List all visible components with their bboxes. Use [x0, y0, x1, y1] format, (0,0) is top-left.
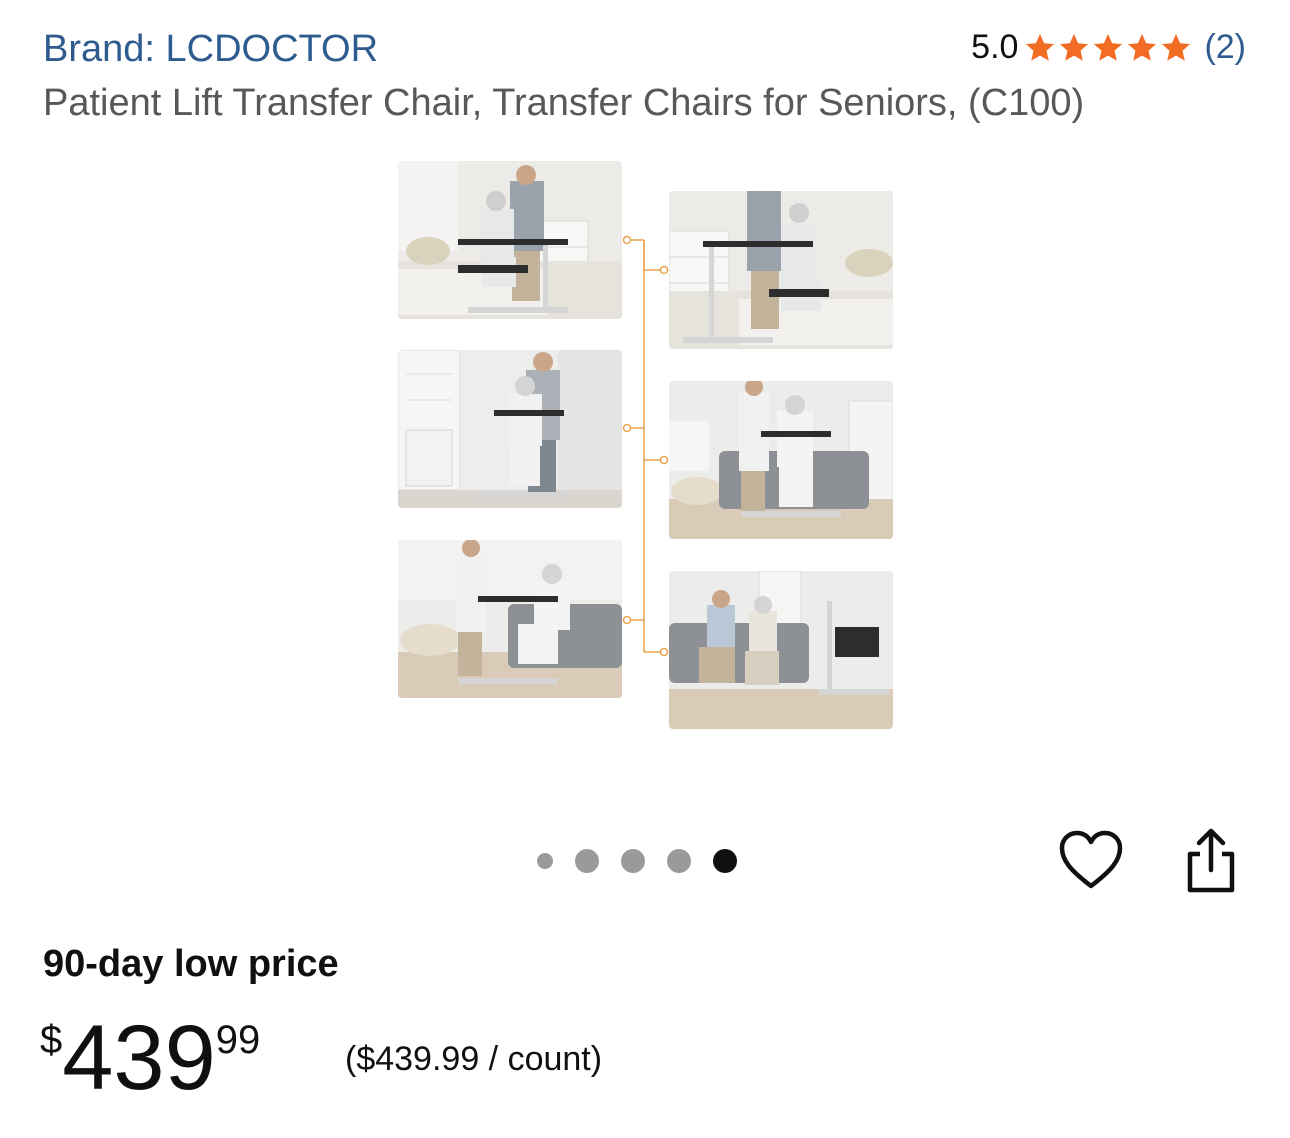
carousel-dot-active[interactable]: [713, 849, 737, 873]
carousel-dot[interactable]: [667, 849, 691, 873]
photo-transfer-chair-hallway[interactable]: [398, 350, 622, 508]
price-fraction: 99: [215, 1018, 261, 1062]
carousel-dot[interactable]: [575, 849, 599, 873]
photo-bedside-standing[interactable]: [669, 191, 893, 349]
unit-price: ($439.99 / count): [345, 1040, 603, 1078]
star-icon: [1026, 33, 1055, 61]
star-icon: [1094, 33, 1123, 61]
star-icon: [1128, 33, 1157, 61]
price-currency: $: [40, 1018, 63, 1062]
product-image-gallery[interactable]: [396, 160, 896, 735]
photo-sofa-transfer[interactable]: [398, 540, 622, 698]
share-icon[interactable]: [1182, 828, 1240, 894]
carousel-dot[interactable]: [621, 849, 645, 873]
heart-icon[interactable]: [1058, 830, 1124, 892]
price: $ 439 99: [40, 1010, 260, 1106]
rating-count-link[interactable]: (2): [1204, 28, 1246, 67]
carousel-dot[interactable]: [537, 853, 553, 869]
star-icon: [1162, 33, 1191, 61]
brand-link[interactable]: Brand: LCDOCTOR: [43, 28, 378, 71]
deal-badge: 90-day low price: [43, 943, 339, 985]
image-carousel-dots[interactable]: [537, 849, 737, 873]
product-title: Patient Lift Transfer Chair, Transfer Ch…: [43, 82, 1085, 124]
price-whole: 439: [62, 1007, 216, 1109]
photo-living-room-transfer[interactable]: [669, 381, 893, 539]
rating-summary[interactable]: 5.0 (2): [971, 28, 1246, 67]
photo-bedside-seated[interactable]: [398, 161, 622, 319]
rating-score: 5.0: [971, 28, 1019, 66]
star-rating: [1024, 32, 1192, 64]
star-icon: [1060, 33, 1089, 61]
photo-sofa-seated-couple[interactable]: [669, 571, 893, 729]
